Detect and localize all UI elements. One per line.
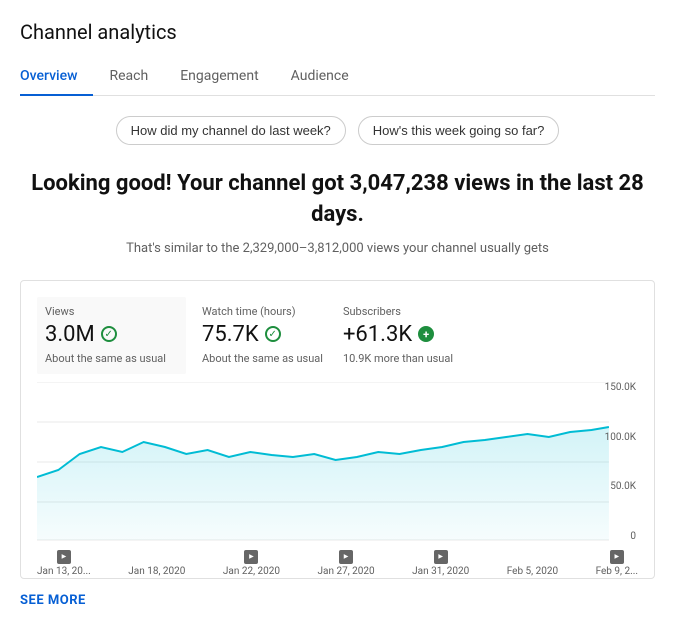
subheadline: That's similar to the 2,329,000–3,812,00… [20,241,655,256]
date-marker-6: Feb 9, 2... [596,550,638,577]
date-marker-icon-0 [57,550,71,564]
date-marker-0: Jan 13, 20... [37,550,91,577]
quick-filters: How did my channel do last week? How's t… [20,116,655,145]
date-marker-4: Jan 31, 2020 [412,550,469,577]
date-marker-icon-6 [610,550,624,564]
check-icon-watch: ✓ [265,326,281,342]
stat-subs-value: +61.3K + [343,322,453,347]
page-title: Channel analytics [20,20,655,44]
date-marker-1: Jan 18, 2020 [128,550,185,577]
stats-card: Views 3.0M ✓ About the same as usual Wat… [20,280,655,579]
plus-icon-subs: + [418,326,434,342]
stat-views-label: Views [45,305,166,318]
date-marker-3: Jan 27, 2020 [318,550,375,577]
stats-row: Views 3.0M ✓ About the same as usual Wat… [37,297,638,374]
date-marker-2: Jan 22, 2020 [223,550,280,577]
check-icon-views: ✓ [101,326,117,342]
date-marker-icon-2 [244,550,258,564]
chart-svg [37,382,638,542]
stat-watch-note: About the same as usual [202,351,323,366]
chart-area: 150.0K 100.0K 50.0K 0 Jan 13, 20... Jan … [37,382,638,562]
stat-watch-value: 75.7K ✓ [202,322,323,347]
date-marker-5: Feb 5, 2020 [507,550,558,577]
stat-views: Views 3.0M ✓ About the same as usual [37,297,186,374]
stat-views-note: About the same as usual [45,351,166,366]
see-more-link[interactable]: SEE MORE [20,593,655,608]
tab-reach[interactable]: Reach [109,60,164,96]
filter-last-week[interactable]: How did my channel do last week? [116,116,346,145]
headline: Looking good! Your channel got 3,047,238… [20,169,655,231]
date-marker-icon-3 [339,550,353,564]
stat-subs-label: Subscribers [343,305,453,318]
tabs-container: Overview Reach Engagement Audience [20,60,655,96]
tab-engagement[interactable]: Engagement [180,60,274,96]
chart-dates-row: Jan 13, 20... Jan 18, 2020 Jan 22, 2020 … [37,546,638,577]
tab-overview[interactable]: Overview [20,60,93,96]
tab-audience[interactable]: Audience [291,60,365,96]
stat-watch-label: Watch time (hours) [202,305,323,318]
stat-watch-time: Watch time (hours) 75.7K ✓ About the sam… [202,297,343,374]
stat-views-value: 3.0M ✓ [45,322,166,347]
filter-this-week[interactable]: How's this week going so far? [358,116,560,145]
stat-subs-note: 10.9K more than usual [343,351,453,366]
date-marker-icon-4 [434,550,448,564]
stat-subscribers: Subscribers +61.3K + 10.9K more than usu… [343,297,473,374]
